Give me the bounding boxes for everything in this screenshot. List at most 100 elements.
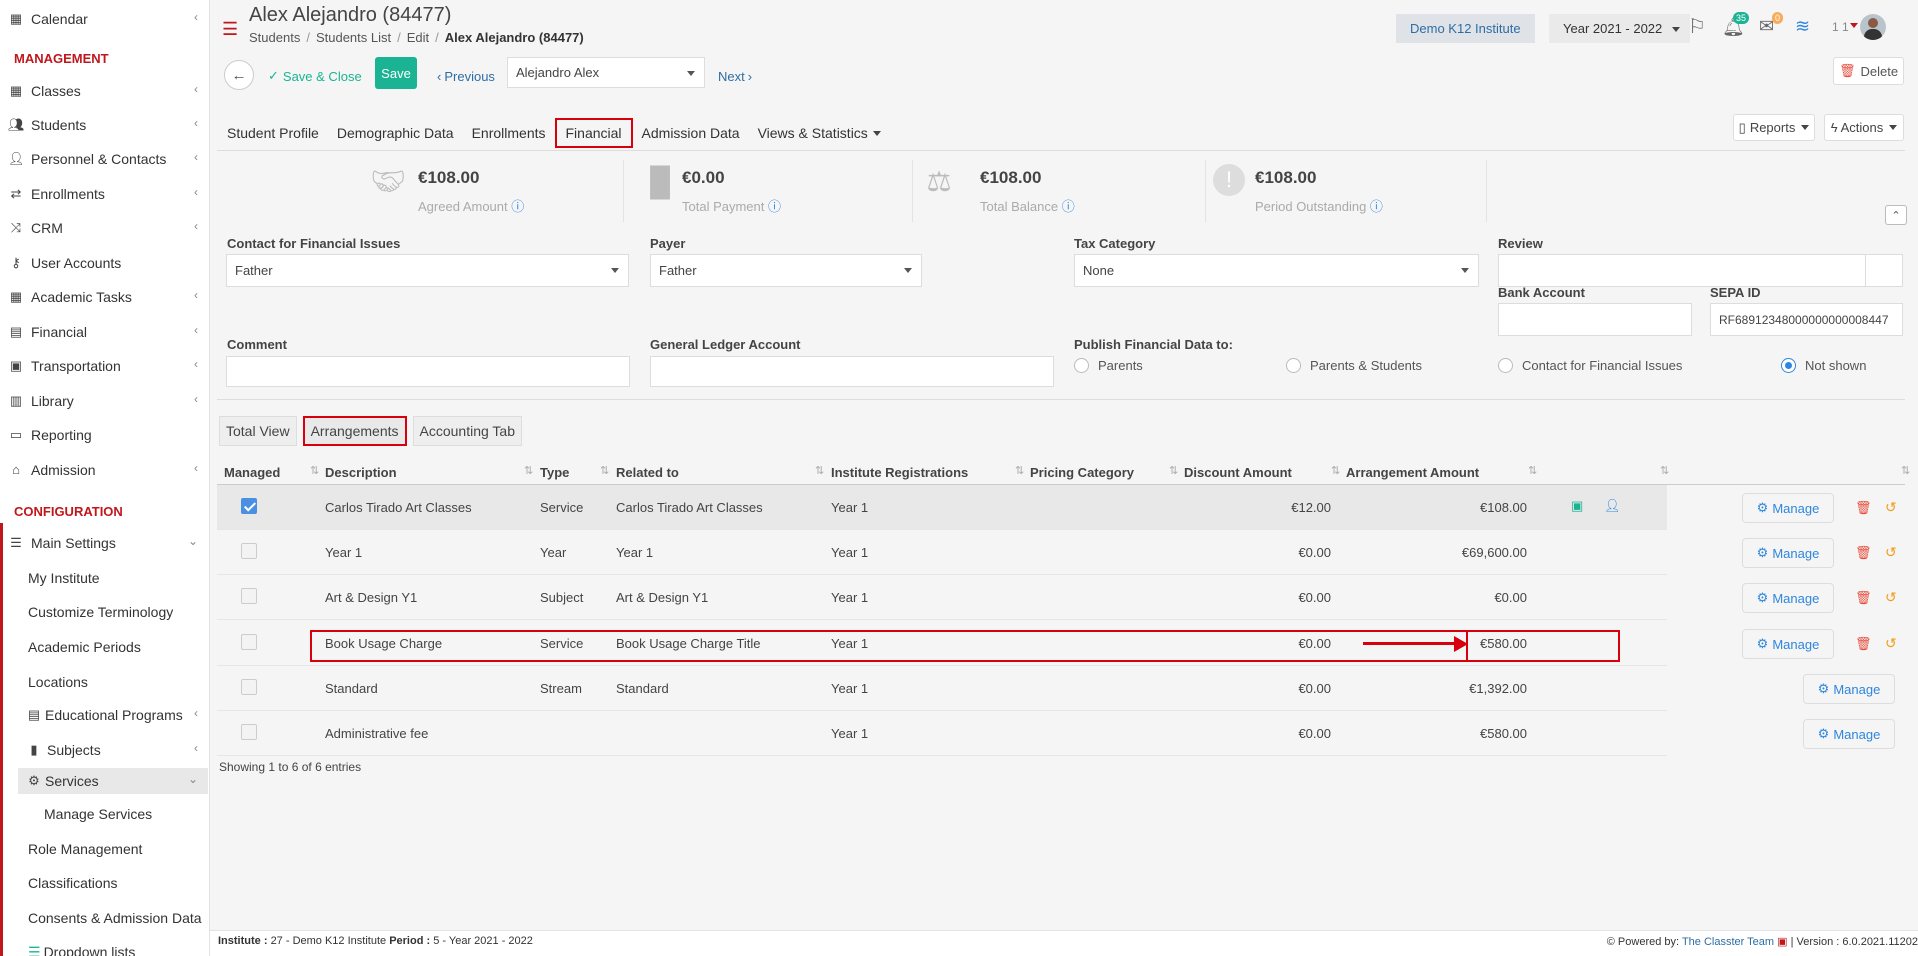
radio-parents[interactable]: Parents [1074, 358, 1143, 373]
col-related[interactable]: Related to [616, 465, 679, 480]
collapse-button[interactable]: ⌃ [1885, 205, 1907, 225]
manage-button[interactable]: ⚙ Manage [1803, 674, 1895, 704]
breadcrumb-students-list[interactable]: Students List [316, 30, 391, 45]
sidebar-item-services[interactable]: ⚙ Services ⌄ [18, 768, 208, 794]
managed-checkbox[interactable] [241, 679, 257, 695]
history-icon[interactable]: ↺ [1885, 589, 1897, 606]
review-addon[interactable] [1865, 254, 1903, 287]
sidebar-item-role-management[interactable]: Role Management [28, 834, 142, 864]
sort-icon[interactable]: ⇅ [1660, 464, 1669, 477]
sidebar-item-academic-periods[interactable]: Academic Periods [28, 632, 141, 662]
save-close-button[interactable]: ✓ Save & Close [268, 62, 362, 90]
col-pricing[interactable]: Pricing Category [1030, 465, 1134, 480]
sidebar-item-reporting[interactable]: ▭ Reporting [0, 422, 208, 448]
student-select[interactable]: Alejandro Alex [507, 57, 705, 88]
review-input[interactable] [1498, 254, 1868, 287]
sidebar-item-personnel-contacts[interactable]: 👤︎ Personnel & Contacts ‹ [0, 146, 208, 172]
col-amount[interactable]: Arrangement Amount [1346, 465, 1479, 480]
col-registrations[interactable]: Institute Registrations [831, 465, 968, 480]
manage-button[interactable]: ⚙ Manage [1742, 583, 1834, 613]
sidebar-item-user-accounts[interactable]: ⚷ User Accounts [0, 250, 208, 276]
breadcrumb-edit[interactable]: Edit [407, 30, 429, 45]
hamburger-icon[interactable]: ☰ [222, 20, 238, 38]
history-icon[interactable]: ↺ [1885, 635, 1897, 652]
tab-demographic-data[interactable]: Demographic Data [328, 118, 463, 148]
manage-button[interactable]: ⚙ Manage [1742, 493, 1834, 523]
delete-button[interactable]: 🗑︎ Delete [1833, 57, 1904, 85]
sidebar-item-dropdown-lists[interactable]: ☰ Dropdown lists [28, 937, 135, 956]
layers-icon[interactable]: ≋ [1795, 16, 1810, 37]
manage-button[interactable]: ⚙ Manage [1803, 719, 1895, 749]
tab-arrangements[interactable]: Arrangements [302, 416, 407, 446]
sidebar-item-library[interactable]: ▥ Library ‹ [0, 388, 208, 414]
history-icon[interactable]: ↺ [1885, 499, 1897, 516]
col-discount[interactable]: Discount Amount [1184, 465, 1292, 480]
sidebar-item-manage-services[interactable]: Manage Services [44, 799, 152, 829]
history-icon[interactable]: ↺ [1885, 544, 1897, 561]
sidebar-item-admission[interactable]: ⌂ Admission ‹ [0, 457, 208, 483]
gl-account-input[interactable] [650, 356, 1054, 387]
year-select[interactable]: Year 2021 - 2022 [1549, 14, 1691, 43]
sidebar-item-main-settings[interactable]: ☰ Main Settings ⌄ [0, 530, 208, 556]
trash-icon[interactable]: 🗑︎ [1855, 636, 1872, 652]
manage-button[interactable]: ⚙ Manage [1742, 538, 1834, 568]
user-check-icon[interactable]: 👤︎ [1604, 494, 1621, 518]
payer-select[interactable]: Father [650, 254, 922, 287]
sidebar-item-customize-terminology[interactable]: Customize Terminology [28, 597, 173, 627]
col-description[interactable]: Description [325, 465, 397, 480]
sort-icon[interactable]: ⇅ [1528, 464, 1537, 477]
managed-checkbox[interactable] [241, 724, 257, 740]
actions-button[interactable]: ϟ Actions [1824, 114, 1904, 141]
sidebar-item-classifications[interactable]: Classifications [28, 868, 117, 898]
tax-select[interactable]: None [1074, 254, 1479, 287]
sidebar-item-educational-programs[interactable]: ▤ Educational Programs ‹ [18, 702, 208, 728]
save-button[interactable]: Save [375, 57, 417, 89]
sidebar-item-calendar[interactable]: ▦ Calendar ‹ [0, 6, 208, 32]
sort-icon[interactable]: ⇅ [815, 464, 824, 477]
trash-icon[interactable]: 🗑︎ [1855, 545, 1872, 561]
sort-icon[interactable]: ⇅ [1015, 464, 1024, 477]
back-button[interactable]: ← [224, 60, 254, 90]
col-type[interactable]: Type [540, 465, 569, 480]
radio-parents-students[interactable]: Parents & Students [1286, 358, 1422, 373]
sidebar-item-consents[interactable]: Consents & Admission Data [28, 903, 202, 933]
team-link[interactable]: The Classter Team [1682, 936, 1774, 948]
sort-icon[interactable]: ⇅ [1169, 464, 1178, 477]
sort-icon[interactable]: ⇅ [524, 464, 533, 477]
radio-contact-financial[interactable]: Contact for Financial Issues [1498, 358, 1682, 373]
manage-button[interactable]: ⚙ Manage [1742, 629, 1834, 659]
sidebar-item-subjects[interactable]: ▮ Subjects ‹ [18, 737, 208, 763]
institute-button[interactable]: Demo K12 Institute [1396, 14, 1535, 43]
sidebar-item-academic-tasks[interactable]: ▦ Academic Tasks ‹ [0, 284, 208, 310]
next-button[interactable]: Next › [718, 62, 752, 90]
trash-icon[interactable]: 🗑︎ [1855, 500, 1872, 516]
tab-financial[interactable]: Financial [554, 118, 633, 148]
managed-checkbox[interactable] [241, 634, 257, 650]
sidebar-item-enrollments[interactable]: ⇄ Enrollments ‹ [0, 181, 208, 207]
trash-icon[interactable]: 🗑︎ [1855, 590, 1872, 606]
sort-icon[interactable]: ⇅ [1331, 464, 1340, 477]
comment-input[interactable] [226, 356, 630, 387]
flag-icon[interactable]: ⚐ [1688, 14, 1706, 39]
managed-checkbox[interactable] [241, 588, 257, 604]
sidebar-item-transportation[interactable]: ▣ Transportation ‹ [0, 353, 208, 379]
previous-button[interactable]: ‹ Previous [437, 62, 495, 90]
avatar[interactable] [1860, 14, 1886, 40]
tab-accounting[interactable]: Accounting Tab [412, 416, 522, 446]
sort-icon[interactable]: ⇅ [1901, 464, 1910, 477]
breadcrumb-students[interactable]: Students [249, 30, 300, 45]
tab-views-statistics[interactable]: Views & Statistics [749, 118, 890, 148]
managed-checkbox[interactable] [241, 543, 257, 559]
contact-select[interactable]: Father [226, 254, 629, 287]
sidebar-item-locations[interactable]: Locations [28, 667, 88, 697]
reports-button[interactable]: ▯ Reports [1733, 114, 1815, 141]
sidebar-item-classes[interactable]: ▦ Classes ‹ [0, 78, 208, 104]
tab-admission-data[interactable]: Admission Data [633, 118, 749, 148]
bank-account-input[interactable] [1498, 303, 1692, 336]
tab-enrollments[interactable]: Enrollments [463, 118, 555, 148]
tab-student-profile[interactable]: Student Profile [218, 118, 328, 148]
radio-not-shown[interactable]: Not shown [1781, 358, 1866, 373]
tab-total-view[interactable]: Total View [219, 416, 297, 446]
sort-icon[interactable]: ⇅ [600, 464, 609, 477]
col-managed[interactable]: Managed [224, 465, 280, 480]
